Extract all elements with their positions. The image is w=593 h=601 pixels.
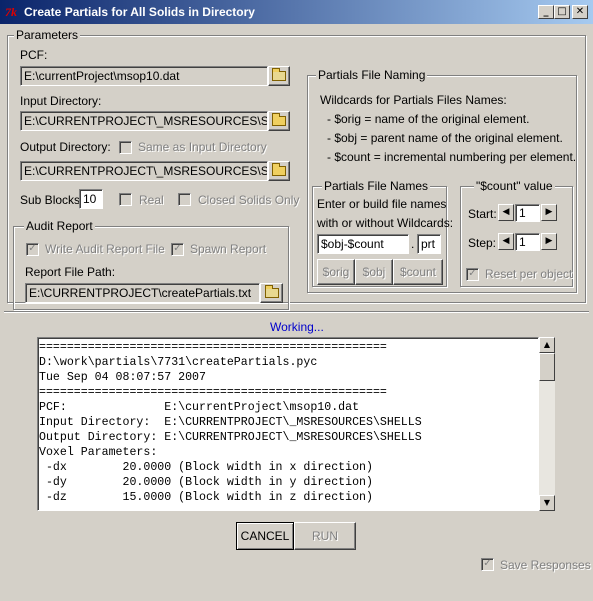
wildcard-orig-text: - $orig = name of the original element. [327, 112, 530, 126]
status-text: Working... [270, 320, 324, 334]
scroll-thumb[interactable] [539, 353, 555, 381]
write-audit-label: Write Audit Report File [45, 242, 165, 256]
spawn-report-label: Spawn Report [190, 242, 267, 256]
spawn-report-checkbox[interactable]: ✓ [171, 243, 184, 256]
save-responses-checkbox[interactable]: ✓ [481, 558, 494, 571]
closed-solids-checkbox[interactable] [178, 193, 191, 206]
log-output[interactable]: ========================================… [37, 337, 539, 511]
arrow-right-icon: ▶ [545, 207, 553, 217]
window-title: Create Partials for All Solids in Direct… [24, 5, 255, 19]
extension-dot: . [411, 237, 415, 251]
start-decrement-button[interactable]: ◀ [498, 204, 514, 221]
step-field[interactable]: 1 [515, 233, 540, 251]
count-value-group-label: "$count" value [474, 179, 555, 193]
parameters-group-label: Parameters [14, 28, 81, 42]
pcf-label: PCF: [20, 48, 48, 62]
same-as-input-label: Same as Input Directory [138, 140, 267, 154]
reset-per-object-label: Reset per object [485, 267, 573, 281]
partials-file-naming-group-label: Partials File Naming [316, 68, 428, 82]
log-vertical-scrollbar[interactable]: ▲ ▼ [539, 337, 555, 511]
reset-per-object-checkbox[interactable]: ✓ [466, 268, 479, 281]
input-directory-label: Input Directory: [20, 94, 102, 108]
output-directory-label: Output Directory: [20, 140, 111, 154]
output-directory-browse-button[interactable] [268, 161, 290, 181]
same-as-input-checkbox[interactable] [119, 141, 132, 154]
folder-open-icon [272, 68, 286, 81]
cancel-button[interactable]: CANCEL [236, 522, 294, 550]
file-name-field[interactable]: $obj-$count [317, 234, 409, 254]
file-names-hint-1: Enter or build file names [317, 197, 447, 211]
step-decrement-button[interactable]: ◀ [498, 233, 514, 250]
audit-report-group-label: Audit Report [24, 219, 95, 233]
scroll-up-button[interactable]: ▲ [539, 337, 555, 353]
folder-open-icon [264, 285, 279, 298]
write-audit-checkbox[interactable]: ✓ [26, 243, 39, 256]
insert-orig-button[interactable]: $orig [317, 259, 355, 285]
step-label: Step: [468, 236, 497, 250]
extension-field[interactable]: prt [417, 234, 441, 254]
scroll-down-button[interactable]: ▼ [539, 495, 555, 511]
start-label: Start: [468, 207, 497, 221]
tk-icon: 7k [5, 5, 17, 19]
minimize-button[interactable]: _ [538, 5, 554, 19]
title-bar[interactable]: 7k Create Partials for All Solids in Dir… [0, 0, 593, 24]
closed-solids-label: Closed Solids Only [198, 193, 300, 207]
save-responses-label: Save Responses [500, 558, 591, 572]
input-directory-field[interactable]: E:\CURRENTPROJECT\_MSRESOURCES\SHELLS [20, 111, 268, 131]
arrow-left-icon: ◀ [502, 207, 510, 217]
run-button[interactable]: RUN [294, 522, 356, 550]
insert-obj-button[interactable]: $obj [355, 259, 393, 285]
file-names-hint-2: with or without Wildcards: [317, 216, 454, 230]
wildcards-title: Wildcards for Partials Files Names: [320, 93, 507, 107]
folder-icon [272, 113, 286, 126]
arrow-left-icon: ◀ [502, 236, 510, 246]
start-field[interactable]: 1 [515, 204, 540, 222]
section-divider [4, 311, 589, 313]
folder-icon [272, 163, 286, 176]
partials-file-names-group-label: Partials File Names [322, 179, 431, 193]
real-label: Real [139, 193, 164, 207]
report-path-field[interactable]: E:\CURRENTPROJECT\createPartials.txt [25, 283, 260, 303]
log-text: ========================================… [39, 341, 422, 504]
report-path-browse-button[interactable] [260, 283, 283, 303]
insert-count-button[interactable]: $count [393, 259, 443, 285]
start-increment-button[interactable]: ▶ [541, 204, 557, 221]
close-button[interactable]: ✕ [572, 5, 588, 19]
input-directory-browse-button[interactable] [268, 111, 290, 131]
output-directory-field[interactable]: E:\CURRENTPROJECT\_MSRESOURCES\SHELLS [20, 161, 268, 181]
pcf-browse-button[interactable] [268, 66, 290, 86]
real-checkbox[interactable] [119, 193, 132, 206]
sub-blocks-field[interactable]: 10 [79, 189, 103, 209]
arrow-down-icon: ▼ [543, 498, 551, 507]
sub-blocks-label: Sub Blocks: [20, 193, 84, 207]
arrow-right-icon: ▶ [545, 236, 553, 246]
wildcard-count-text: - $count = incremental numbering per ele… [327, 150, 577, 164]
report-path-label: Report File Path: [25, 265, 116, 279]
pcf-field[interactable]: E:\currentProject\msop10.dat [20, 66, 268, 86]
step-increment-button[interactable]: ▶ [541, 233, 557, 250]
arrow-up-icon: ▲ [543, 340, 551, 349]
maximize-button[interactable]: □ [554, 5, 570, 19]
wildcard-obj-text: - $obj = parent name of the original ele… [327, 131, 563, 145]
